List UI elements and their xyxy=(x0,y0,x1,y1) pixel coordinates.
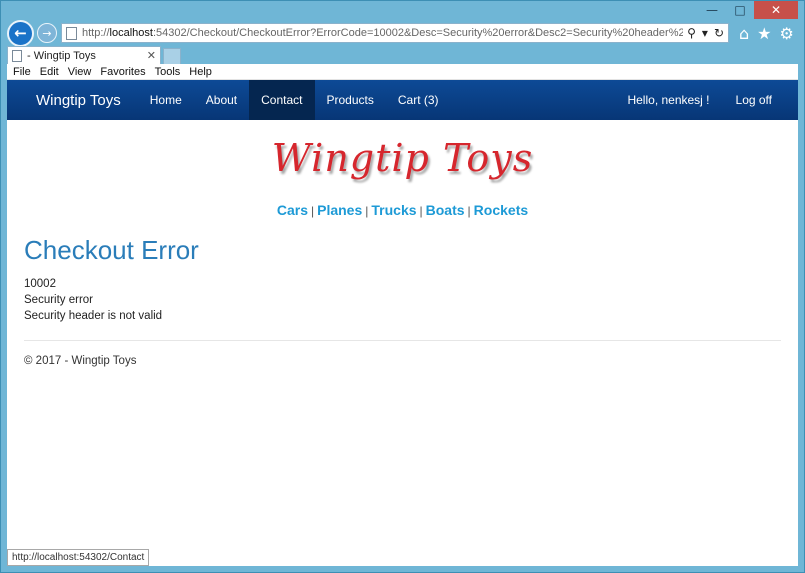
address-bar[interactable]: http://localhost:54302/Checkout/Checkout… xyxy=(61,23,729,43)
nav-contact[interactable]: Contact xyxy=(249,80,315,120)
favorites-star-icon[interactable]: ★ xyxy=(757,24,771,43)
category-links: Cars | Planes | Trucks | Boats | Rockets xyxy=(276,202,529,218)
error-description-2: Security header is not valid xyxy=(24,310,163,322)
new-tab-button[interactable] xyxy=(163,48,181,64)
dropdown-arrow-icon[interactable]: ▾ xyxy=(702,26,708,40)
tab-page-icon xyxy=(12,49,22,62)
menu-file[interactable]: File xyxy=(13,66,31,78)
back-arrow-icon[interactable]: ← xyxy=(7,19,34,47)
error-details: 10002 Security error Security header is … xyxy=(24,276,781,324)
refresh-icon[interactable]: ↻ xyxy=(714,26,724,40)
brand-link[interactable]: Wingtip Toys xyxy=(25,80,127,120)
address-row: ← → http://localhost:54302/Checkout/Chec… xyxy=(7,19,798,47)
tab-strip: - Wingtip Toys ✕ xyxy=(7,45,798,64)
footer-text: © 2017 - Wingtip Toys xyxy=(24,355,137,367)
menu-view[interactable]: View xyxy=(68,66,92,78)
site-logo[interactable]: Wingtip Toys xyxy=(7,120,798,190)
browser-window: — □ ✕ ← → http://localhost:54302/Checkou… xyxy=(0,0,805,573)
address-url[interactable]: http://localhost:54302/Checkout/Checkout… xyxy=(82,27,683,39)
page-title: Checkout Error xyxy=(24,235,199,265)
page-icon xyxy=(66,26,77,40)
category-trucks[interactable]: Trucks xyxy=(371,202,416,218)
logoff-link[interactable]: Log off xyxy=(723,80,785,120)
tab-close-icon[interactable]: ✕ xyxy=(147,49,156,62)
maximize-icon[interactable]: □ xyxy=(726,1,754,19)
settings-gear-icon[interactable]: ⚙ xyxy=(780,24,794,43)
search-icon[interactable]: ⚲ xyxy=(687,26,696,40)
logo-text: Wingtip Toys xyxy=(271,136,534,180)
forward-arrow-icon[interactable]: → xyxy=(37,23,57,43)
error-code: 10002 xyxy=(24,278,56,290)
error-description: Security error xyxy=(24,294,94,306)
user-greeting-link[interactable]: Hello, nenkesj ! xyxy=(614,80,722,120)
status-bar: http://localhost:54302/Contact xyxy=(7,549,150,566)
nav-cart[interactable]: Cart (3) xyxy=(386,80,451,120)
page-viewport: Wingtip Toys Home About Contact Products… xyxy=(7,80,798,566)
window-caption-buttons: — □ ✕ xyxy=(698,1,798,21)
category-cars[interactable]: Cars xyxy=(277,202,308,218)
nav-products[interactable]: Products xyxy=(315,80,386,120)
menu-bar: File Edit View Favorites Tools Help xyxy=(7,64,798,80)
browser-tab[interactable]: - Wingtip Toys ✕ xyxy=(7,46,161,64)
menu-edit[interactable]: Edit xyxy=(40,66,59,78)
menu-favorites[interactable]: Favorites xyxy=(100,66,145,78)
category-boats[interactable]: Boats xyxy=(426,202,465,218)
menu-tools[interactable]: Tools xyxy=(155,66,181,78)
home-icon[interactable]: ⌂ xyxy=(739,24,749,43)
minimize-icon[interactable]: — xyxy=(698,1,726,19)
footer-divider xyxy=(24,340,781,341)
site-navbar: Wingtip Toys Home About Contact Products… xyxy=(7,80,798,120)
nav-home[interactable]: Home xyxy=(138,80,194,120)
nav-about[interactable]: About xyxy=(194,80,249,120)
category-planes[interactable]: Planes xyxy=(317,202,362,218)
tab-title: - Wingtip Toys xyxy=(27,49,96,62)
menu-help[interactable]: Help xyxy=(189,66,212,78)
close-window-icon[interactable]: ✕ xyxy=(754,1,798,19)
main-content: Checkout Error 10002 Security error Secu… xyxy=(7,235,798,367)
category-rockets[interactable]: Rockets xyxy=(474,202,528,218)
